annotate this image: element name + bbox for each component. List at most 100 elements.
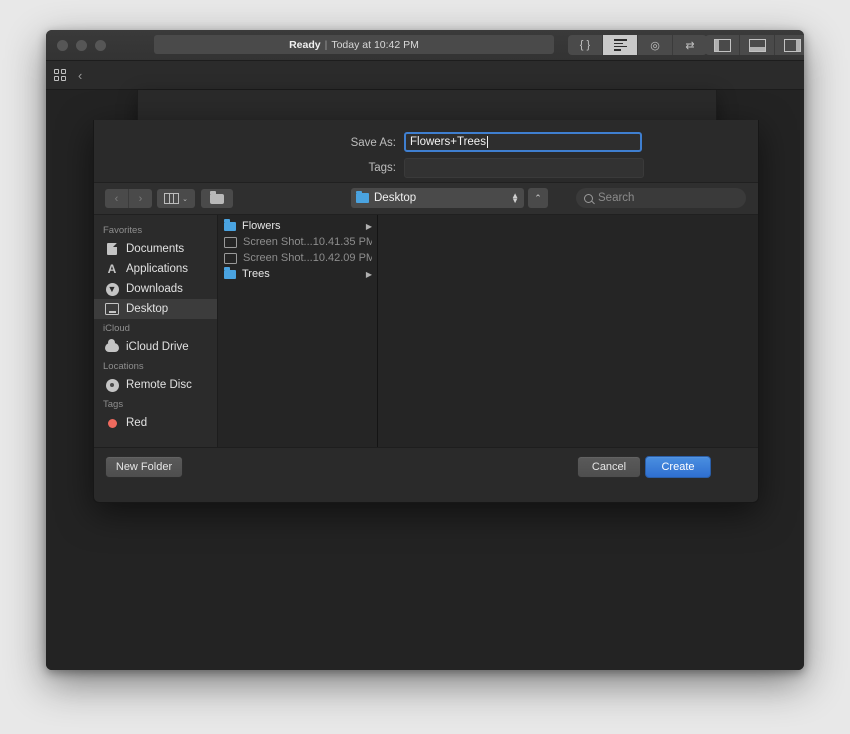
file-name: Screen Shot...10.42.09 PM [243, 252, 372, 264]
right-panel-icon [784, 39, 801, 52]
text-caret [487, 136, 488, 148]
folder-icon [356, 193, 369, 203]
sidebar-header-icloud: iCloud [94, 319, 217, 337]
tags-input[interactable] [404, 158, 644, 178]
sidebar-item-icloud-drive[interactable]: iCloud Drive [94, 337, 217, 357]
cancel-button[interactable]: Cancel [577, 456, 641, 478]
chevron-right-icon: ▶ [366, 270, 372, 279]
sidebar-label: Downloads [126, 283, 183, 295]
close-button[interactable] [57, 40, 68, 51]
finder-navigation-bar: ‹ › ⌄ Desktop ▲▼ [94, 182, 758, 215]
applications-icon: A [105, 262, 119, 276]
toggle-bottom-panel-button[interactable] [740, 35, 775, 55]
window-titlebar: Ready | Today at 10:42 PM { } ◎ ⇄ [46, 30, 804, 61]
folder-icon [224, 270, 236, 279]
braces-button[interactable]: { } [568, 35, 603, 55]
document-icon [105, 242, 119, 256]
sidebar-label: iCloud Drive [126, 341, 189, 353]
save-dialog-sheet: Save As: Flowers+Trees Tags: ‹ › [93, 120, 759, 503]
application-body: Cancel Previous Finish Save As: Flowers+… [46, 90, 804, 670]
sidebar-item-desktop[interactable]: Desktop [94, 299, 217, 319]
downloads-icon: ▼ [105, 282, 119, 296]
application-subtoolbar: ‹ [46, 61, 804, 90]
list-item[interactable]: Flowers ▶ [218, 218, 377, 234]
file-name: Flowers [242, 220, 360, 232]
file-name-input[interactable]: Flowers+Trees [404, 132, 642, 152]
save-dialog-header: Save As: Flowers+Trees Tags: [94, 120, 758, 182]
location-name: Desktop [374, 192, 506, 204]
toggle-left-panel-button[interactable] [705, 35, 740, 55]
tags-label: Tags: [326, 162, 396, 174]
sidebar-label: Desktop [126, 303, 168, 315]
disc-icon [105, 378, 119, 392]
file-name: Screen Shot...10.41.35 PM [243, 236, 372, 248]
left-panel-icon [714, 39, 731, 52]
column-view-icon [164, 193, 179, 204]
folder-icon [224, 222, 236, 231]
application-window: Ready | Today at 10:42 PM { } ◎ ⇄ [46, 30, 804, 670]
navigator-grid-icon[interactable] [54, 69, 66, 81]
tag-dot-icon [105, 416, 119, 430]
traffic-lights [57, 40, 106, 51]
location-popup-button[interactable]: Desktop ▲▼ [351, 188, 524, 208]
sidebar-header-tags: Tags [94, 395, 217, 413]
chevron-right-icon: ▶ [366, 222, 372, 231]
list-item[interactable]: Screen Shot...10.42.09 PM [218, 250, 377, 266]
new-folder-icon [210, 194, 224, 204]
file-browser: Favorites Documents A Applications ▼ Dow… [94, 215, 758, 447]
search-icon [584, 194, 593, 203]
file-name-value: Flowers+Trees [410, 136, 486, 148]
save-dialog-footer: New Folder Cancel Create [94, 447, 758, 488]
list-item[interactable]: Screen Shot...10.41.35 PM [218, 234, 377, 250]
panel-toggle-segments [705, 35, 804, 55]
toggle-right-panel-button[interactable] [775, 35, 804, 55]
save-as-label: Save As: [326, 137, 396, 149]
screen: Ready | Today at 10:42 PM { } ◎ ⇄ [0, 0, 850, 734]
new-folder-button[interactable]: New Folder [105, 456, 183, 478]
editor-mode-segments: { } ◎ ⇄ [568, 35, 707, 55]
sidebar-item-tag-red[interactable]: Red [94, 413, 217, 433]
maximize-button[interactable] [95, 40, 106, 51]
cloud-icon [105, 340, 119, 354]
sidebar-label: Documents [126, 243, 184, 255]
sidebar-label: Remote Disc [126, 379, 192, 391]
sidebar-item-downloads[interactable]: ▼ Downloads [94, 279, 217, 299]
minimize-button[interactable] [76, 40, 87, 51]
status-time: Today at 10:42 PM [331, 39, 419, 51]
lines-icon [614, 38, 627, 52]
status-separator: | [325, 39, 328, 51]
sidebar-header-favorites: Favorites [94, 221, 217, 239]
nav-back-button[interactable]: ‹ [105, 189, 128, 208]
version-editor-button[interactable]: ⇄ [673, 35, 707, 55]
go-up-button[interactable]: ⌃ [528, 188, 548, 208]
create-button[interactable]: Create [645, 456, 711, 478]
file-column-2 [378, 215, 758, 447]
sidebar-item-documents[interactable]: Documents [94, 239, 217, 259]
search-placeholder: Search [598, 192, 634, 204]
nav-forward-button[interactable]: › [128, 189, 152, 208]
chevron-up-icon: ⌃ [534, 193, 542, 204]
standard-editor-button[interactable] [603, 35, 638, 55]
search-input[interactable]: Search [576, 188, 746, 208]
sidebar-header-locations: Locations [94, 357, 217, 375]
braces-icon: { } [580, 39, 590, 51]
status-pill: Ready | Today at 10:42 PM [154, 35, 554, 54]
bottom-panel-icon [749, 39, 766, 52]
sidebar-label: Red [126, 417, 147, 429]
chevron-down-icon: ⌄ [182, 195, 188, 203]
sidebar-item-applications[interactable]: A Applications [94, 259, 217, 279]
status-text: Ready [289, 39, 321, 51]
list-item[interactable]: Trees ▶ [218, 266, 377, 282]
stepper-arrows-icon: ▲▼ [511, 193, 519, 203]
finder-sidebar: Favorites Documents A Applications ▼ Dow… [94, 215, 218, 447]
image-file-icon [224, 237, 237, 248]
file-column-1: Flowers ▶ Screen Shot...10.41.35 PM Scre… [218, 215, 378, 447]
assistant-editor-button[interactable]: ◎ [638, 35, 673, 55]
swap-arrow-icon: ⇄ [685, 39, 694, 52]
view-mode-button[interactable]: ⌄ [157, 189, 195, 208]
file-list-columns: Flowers ▶ Screen Shot...10.41.35 PM Scre… [218, 215, 758, 447]
back-chevron-icon[interactable]: ‹ [78, 68, 82, 83]
sidebar-item-remote-disc[interactable]: Remote Disc [94, 375, 217, 395]
new-folder-toolbar-button[interactable] [201, 189, 233, 208]
desktop-icon [105, 302, 119, 316]
